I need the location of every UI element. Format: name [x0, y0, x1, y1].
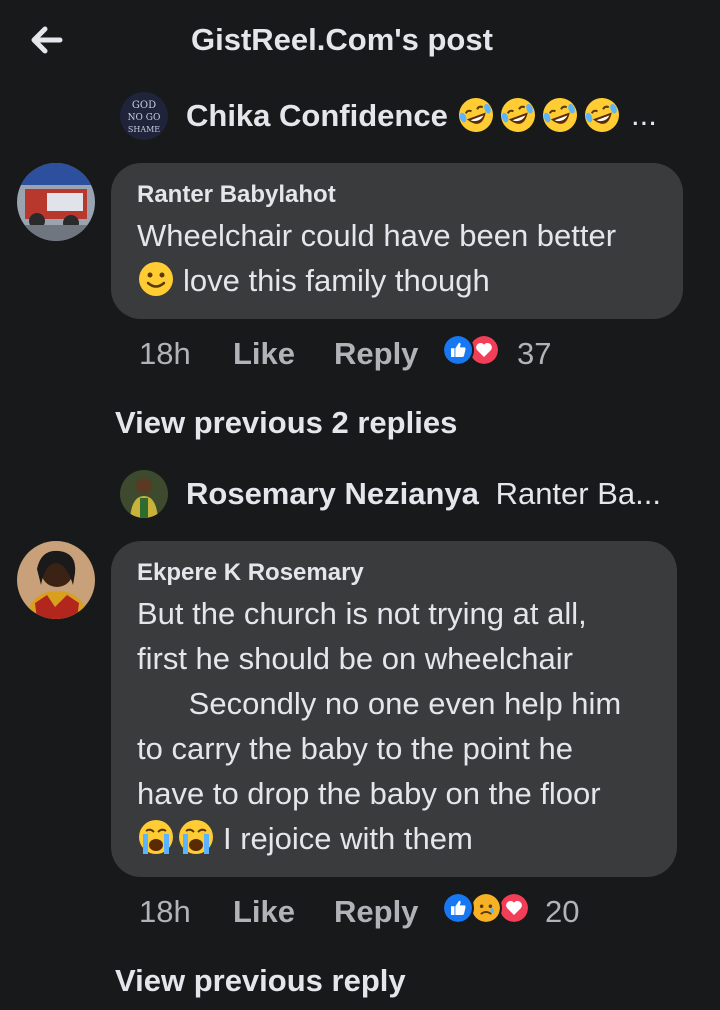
- comment-bubble: Ekpere K Rosemary But the church is not …: [111, 541, 677, 877]
- comment-text-line: But the church is not trying at all,: [137, 596, 587, 631]
- comment-text-line: Secondly no one even help him: [137, 686, 622, 721]
- like-button[interactable]: Like: [233, 336, 295, 372]
- reply-author-name[interactable]: Rosemary Nezianya Ranter Ba...: [186, 476, 661, 512]
- comment-text-line: love this family though: [137, 258, 490, 303]
- rofl-emoji-icon: [459, 98, 493, 132]
- page-title: GistReel.Com's post: [191, 22, 493, 57]
- truncation-ellipsis: ...: [631, 97, 657, 132]
- comment-timestamp[interactable]: 18h: [139, 894, 191, 930]
- reply-author-name[interactable]: Chika Confidence: [186, 98, 448, 134]
- view-previous-replies-link[interactable]: View previous 2 replies: [115, 405, 457, 441]
- comment-text-line: to carry the baby to the point he: [137, 731, 573, 766]
- crying-face-icon: [139, 820, 173, 854]
- comment-actions: 18h Like Reply 20: [139, 892, 699, 934]
- svg-text:NO GO: NO GO: [128, 113, 161, 123]
- rofl-emoji-icon: [501, 98, 535, 132]
- comment-bubble: Ranter Babylahot Wheelchair could have b…: [111, 163, 683, 319]
- love-reaction-icon: [498, 892, 530, 924]
- comment-text: I rejoice with them: [223, 821, 473, 856]
- view-previous-reply-link[interactable]: View previous reply: [115, 963, 406, 999]
- comment-text-line: have to drop the baby on the floor: [137, 776, 601, 811]
- like-reaction-icon: [442, 892, 474, 924]
- comment-text-line: I rejoice with them: [137, 816, 473, 861]
- comment-text-line: first he should be on wheelchair: [137, 641, 573, 676]
- rofl-emoji-icon: [585, 98, 619, 132]
- emoji-group: ...: [457, 96, 657, 134]
- reaction-summary[interactable]: [442, 892, 532, 928]
- like-button[interactable]: Like: [233, 894, 295, 930]
- slightly-smiling-face-icon: [139, 262, 173, 296]
- comment-text: love this family though: [183, 263, 490, 298]
- reply-button[interactable]: Reply: [334, 894, 418, 930]
- reply-preview-rosemary[interactable]: Rosemary Nezianya Ranter Ba...: [120, 470, 700, 518]
- comment-author[interactable]: Ranter Babylahot: [137, 181, 336, 209]
- sad-reaction-icon: [470, 892, 502, 924]
- svg-text:GOD: GOD: [132, 100, 156, 111]
- avatar: GOD NO GO SHAME: [120, 92, 168, 140]
- comment-text-line: Wheelchair could have been better: [137, 218, 617, 253]
- reply-preview-chika[interactable]: GOD NO GO SHAME Chika Confidence ...: [120, 92, 680, 140]
- reaction-summary[interactable]: [442, 334, 506, 370]
- reply-author-label[interactable]: Rosemary Nezianya: [186, 476, 479, 511]
- crying-face-icon: [179, 820, 213, 854]
- avatar: [120, 470, 168, 518]
- svg-text:SHAME: SHAME: [128, 125, 160, 134]
- avatar[interactable]: [17, 163, 95, 241]
- reply-text-preview: Ranter Ba...: [495, 476, 661, 511]
- comment-author[interactable]: Ekpere K Rosemary: [137, 559, 364, 587]
- comment-actions: 18h Like Reply 37: [139, 334, 699, 376]
- avatar[interactable]: [17, 541, 95, 619]
- rofl-emoji-icon: [543, 98, 577, 132]
- reaction-count[interactable]: 20: [545, 894, 579, 930]
- like-reaction-icon: [442, 334, 474, 366]
- comment-timestamp[interactable]: 18h: [139, 336, 191, 372]
- reply-button[interactable]: Reply: [334, 336, 418, 372]
- arrow-left-icon[interactable]: [26, 20, 66, 60]
- reaction-count[interactable]: 37: [517, 336, 551, 372]
